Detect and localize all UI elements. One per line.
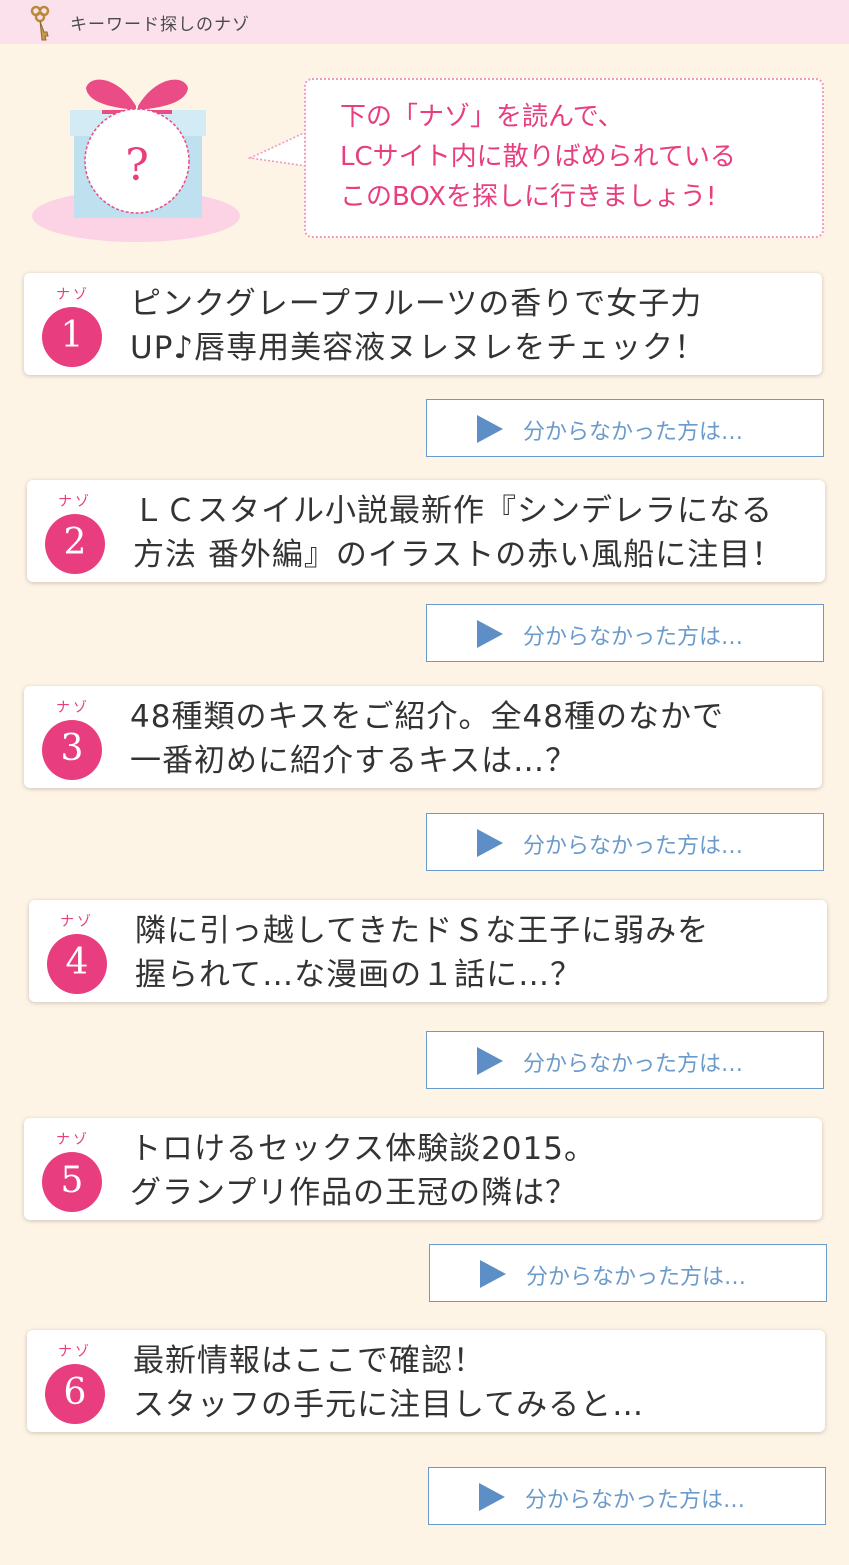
nazo-label-5: ナゾ [56, 1132, 90, 1148]
bubble-tail [248, 131, 307, 167]
riddle-number-badge-4: 4 [47, 934, 107, 994]
key-icon [30, 5, 50, 41]
riddle-5-line-2: グランプリ作品の王冠の隣は？ [130, 1175, 578, 1211]
intro-line-1: 下の「ナゾ」を読んで、 [340, 102, 624, 132]
riddle-6-line-2: スタッフの手元に注目してみると… [133, 1387, 645, 1423]
riddle-2-line-1: ＬＣスタイル小説最新作『シンデレラになる [133, 493, 773, 529]
riddle-1-line-1: ピンクグレープフルーツの香りで女子力 [130, 286, 703, 322]
riddle-number-badge-6: 6 [45, 1364, 105, 1424]
riddle-2-line-2: 方法 番外編』のイラストの赤い風船に注目！ [133, 537, 784, 573]
question-mark-icon: ? [125, 140, 149, 191]
play-arrow-icon [477, 415, 503, 443]
hint-button-2[interactable]: 分からなかった方は… [426, 604, 824, 662]
riddle-3-line-1: 48種類のキスをご紹介。全48種のなかで [130, 699, 724, 735]
play-arrow-icon [477, 1047, 503, 1075]
hint-button-5[interactable]: 分からなかった方は… [429, 1244, 827, 1302]
riddle-number-badge-1: 1 [42, 307, 102, 367]
play-arrow-icon [479, 1483, 505, 1511]
play-arrow-icon [480, 1260, 506, 1288]
nazo-label-4: ナゾ [60, 914, 94, 930]
riddle-number-badge-2: 2 [45, 514, 105, 574]
page-title: キーワード探しのナゾ [70, 15, 250, 35]
nazo-label-6: ナゾ [58, 1344, 92, 1360]
intro-bubble: 下の「ナゾ」を読んで、 LCサイト内に散りばめられている このBOXを探しに行き… [304, 78, 824, 238]
riddle-4-line-1: 隣に引っ越してきたドＳな王子に弱みを [135, 913, 710, 949]
intro-line-3: このBOXを探しに行きましょう! [340, 182, 717, 212]
nazo-label-1: ナゾ [56, 287, 90, 303]
play-arrow-icon [477, 620, 503, 648]
play-arrow-icon [477, 829, 503, 857]
hint-button-1[interactable]: 分からなかった方は… [426, 399, 824, 457]
nazo-label-2: ナゾ [58, 494, 92, 510]
riddle-4-line-2: 握られて…な漫画の１話に…？ [135, 957, 583, 993]
riddle-number-badge-3: 3 [42, 720, 102, 780]
gift-box-icon: ? [32, 79, 240, 242]
nazo-label-3: ナゾ [56, 700, 90, 716]
riddle-1-line-2: UP♪唇専用美容液ヌレヌレをチェック！ [130, 330, 707, 366]
intro-line-2: LCサイト内に散りばめられている [340, 142, 736, 172]
hint-button-3[interactable]: 分からなかった方は… [426, 813, 824, 871]
hint-button-6[interactable]: 分からなかった方は… [428, 1467, 826, 1525]
hint-button-4[interactable]: 分からなかった方は… [426, 1031, 824, 1089]
riddle-3-line-2: 一番初めに紹介するキスは…？ [130, 743, 578, 779]
riddle-6-line-1: 最新情報はここで確認！ [133, 1343, 485, 1379]
section-header: キーワード探しのナゾ [0, 0, 849, 44]
riddle-number-badge-5: 5 [42, 1152, 102, 1212]
riddle-5-line-1: トロけるセックス体験談2015。 [130, 1131, 596, 1167]
